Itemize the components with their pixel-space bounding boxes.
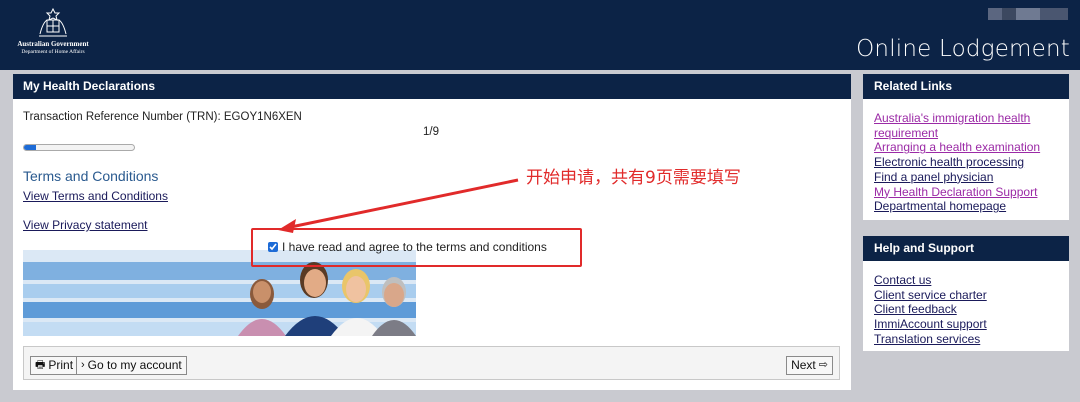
help-link-immiaccount-support[interactable]: ImmiAccount support xyxy=(874,317,1058,332)
progress-bar xyxy=(23,144,135,151)
view-privacy-link[interactable]: View Privacy statement xyxy=(23,218,148,232)
agree-terms-label: I have read and agree to the terms and c… xyxy=(282,240,547,254)
chevron-right-icon: › xyxy=(81,359,85,371)
help-link-service-charter[interactable]: Client service charter xyxy=(874,288,1058,303)
view-terms-link[interactable]: View Terms and Conditions xyxy=(23,189,168,203)
gov-name: Australian Government xyxy=(17,40,89,48)
agree-terms-highlight: I have read and agree to the terms and c… xyxy=(251,228,582,267)
coat-of-arms-icon xyxy=(39,7,67,37)
related-link-electronic-processing[interactable]: Electronic health processing xyxy=(874,155,1058,170)
related-links-panel: Related Links Australia's immigration he… xyxy=(863,74,1069,220)
printer-icon: 🖶 xyxy=(35,359,46,371)
help-support-title: Help and Support xyxy=(863,236,1069,261)
help-link-client-feedback[interactable]: Client feedback xyxy=(874,302,1058,317)
related-links-title: Related Links xyxy=(863,74,1069,99)
related-link-health-requirement[interactable]: Australia's immigration health requireme… xyxy=(874,111,1058,140)
redacted-block xyxy=(1002,8,1016,20)
help-link-translation-services[interactable]: Translation services xyxy=(874,332,1058,347)
terms-heading: Terms and Conditions xyxy=(23,168,159,184)
arrow-right-icon: ⇨ xyxy=(818,359,828,371)
trn-text: Transaction Reference Number (TRN): EGOY… xyxy=(23,111,302,123)
site-header: Australian Government Department of Home… xyxy=(0,0,1080,70)
help-support-list: Contact us Client service charter Client… xyxy=(863,261,1069,353)
print-button-label: Print xyxy=(48,358,74,372)
related-link-departmental-homepage[interactable]: Departmental homepage xyxy=(874,199,1058,214)
redacted-block xyxy=(988,8,1002,20)
redacted-block xyxy=(1040,8,1068,20)
redacted-block xyxy=(1016,8,1040,20)
related-link-panel-physician[interactable]: Find a panel physician xyxy=(874,170,1058,185)
help-link-contact-us[interactable]: Contact us xyxy=(874,273,1058,288)
help-support-panel: Help and Support Contact us Client servi… xyxy=(863,236,1069,351)
agree-terms-row[interactable]: I have read and agree to the terms and c… xyxy=(268,240,547,254)
print-button[interactable]: 🖶 Print xyxy=(30,356,79,375)
related-link-declaration-support[interactable]: My Health Declaration Support xyxy=(874,185,1058,200)
government-logo: Australian Government Department of Home… xyxy=(8,6,98,64)
related-links-list: Australia's immigration health requireme… xyxy=(863,99,1069,220)
go-to-account-button[interactable]: › Go to my account xyxy=(76,356,187,375)
department-name: Department of Home Affairs xyxy=(21,49,85,55)
progress-fill xyxy=(24,145,37,150)
page-indicator: 1/9 xyxy=(423,126,439,138)
form-navigation-bar: 🖶 Print › Go to my account Next ⇨ xyxy=(23,346,840,380)
next-button-label: Next xyxy=(791,358,816,372)
go-to-account-label: Go to my account xyxy=(87,358,182,372)
related-link-health-examination[interactable]: Arranging a health examination xyxy=(874,140,1058,155)
app-title: Online Lodgement xyxy=(856,36,1070,62)
panel-title: My Health Declarations xyxy=(13,74,851,99)
agree-terms-checkbox[interactable] xyxy=(268,242,278,252)
annotation-text: 开始申请，共有9页需要填写 xyxy=(526,168,741,188)
next-button[interactable]: Next ⇨ xyxy=(786,356,833,375)
